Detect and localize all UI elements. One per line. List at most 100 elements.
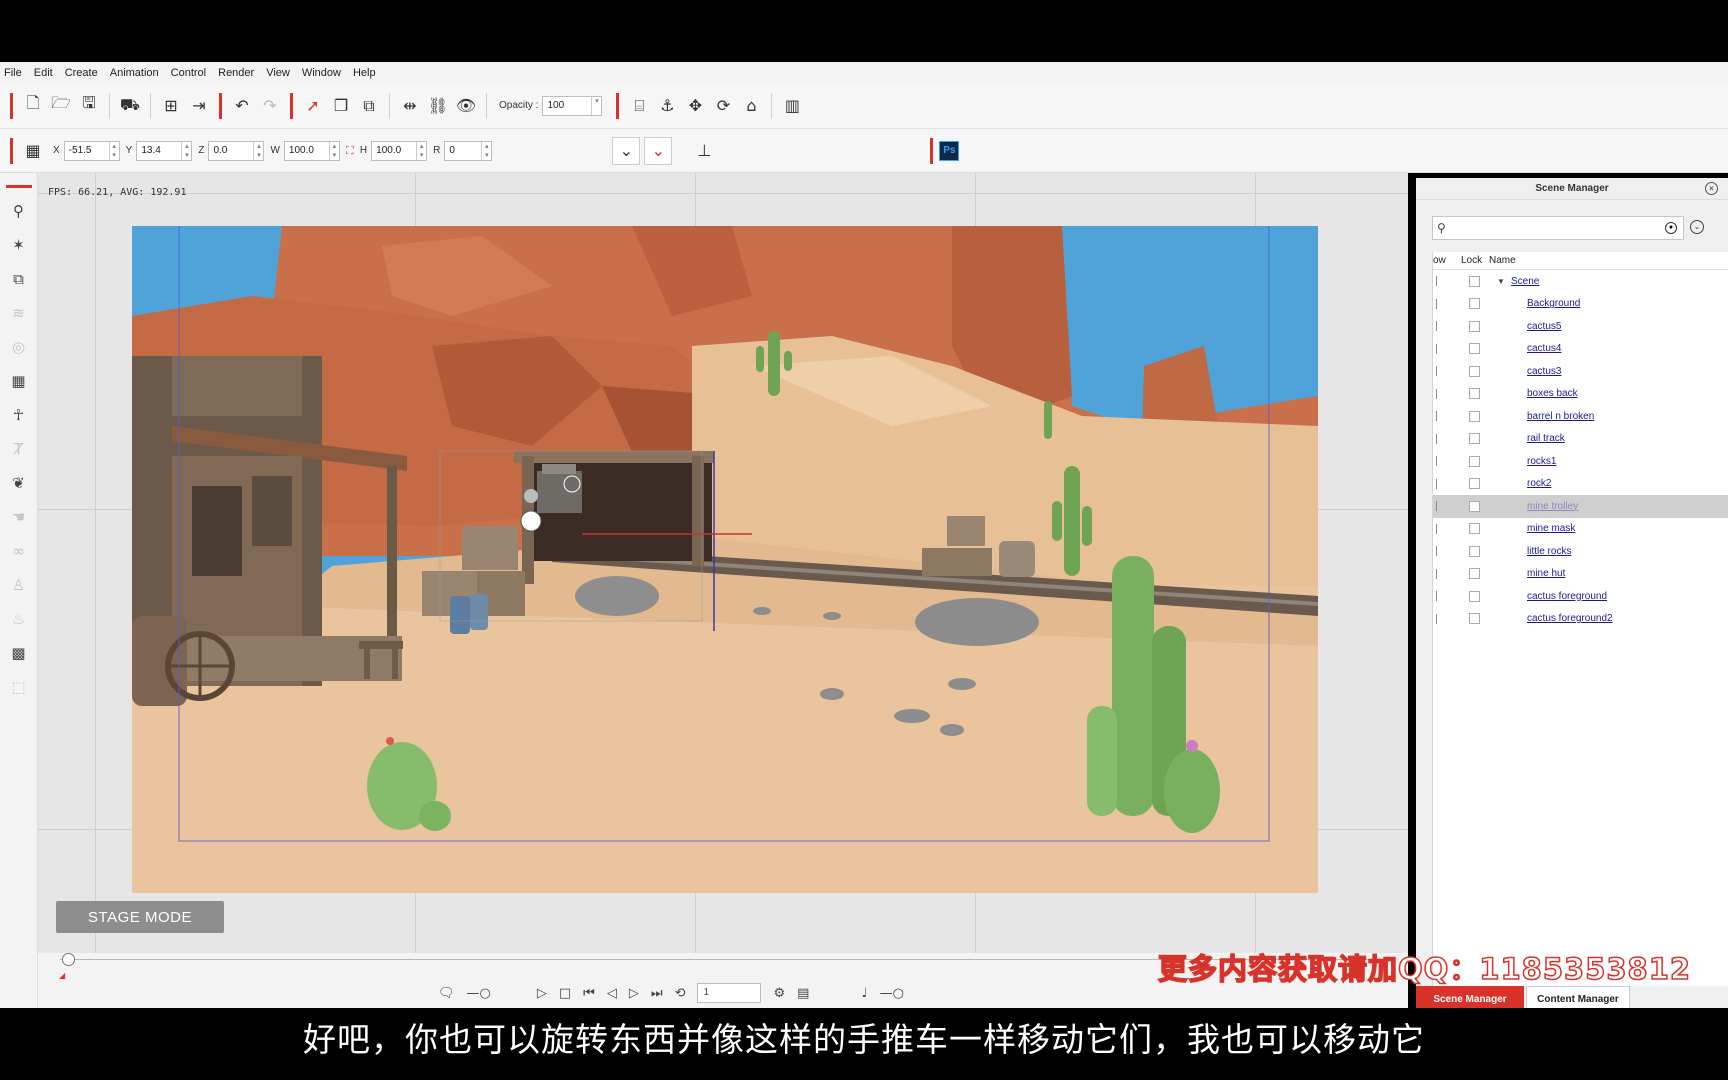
tree-row[interactable]: cactus5 [1433, 315, 1728, 338]
spinner-icon[interactable]: ▴ ▾ [181, 141, 191, 160]
next-frame-icon[interactable]: ▷ [629, 986, 639, 1001]
visibility-checkbox[interactable] [1433, 456, 1437, 467]
w-field[interactable]: 100.0 ▴ ▾ [283, 140, 340, 161]
camera-icon[interactable]: ⌸ [625, 92, 653, 120]
visibility-checkbox[interactable] [1433, 523, 1437, 534]
redo-icon[interactable]: ↷ [256, 92, 284, 120]
visibility-checkbox[interactable] [1433, 568, 1437, 579]
close-icon[interactable]: × [1705, 182, 1718, 195]
align-icon[interactable]: ▥ [778, 92, 806, 120]
tree-row[interactable]: rocks1 [1433, 450, 1728, 473]
stage-mode-button[interactable]: STAGE MODE [56, 901, 224, 933]
ease-out-icon[interactable]: ⌄ [644, 136, 673, 165]
tree-row[interactable]: mine mask [1433, 518, 1728, 541]
lock-checkbox[interactable] [1469, 365, 1480, 377]
eye-icon[interactable]: 👁 [452, 92, 480, 120]
chevron-down-icon[interactable]: ⌄ [1690, 220, 1704, 234]
pivot-icon[interactable]: ⊥ [690, 137, 718, 165]
select-arrow-icon[interactable]: ➚ [299, 92, 327, 120]
puppet-icon[interactable]: ✶ [5, 228, 33, 262]
spring-icon[interactable]: ♨ [5, 602, 33, 636]
y-field[interactable]: 13.4 ▴ ▾ [136, 140, 193, 161]
r-field[interactable]: 0 ▴ ▾ [444, 140, 493, 161]
lock-checkbox[interactable] [1469, 320, 1480, 332]
import-icon[interactable]: ⊞ [157, 92, 185, 120]
lock-checkbox[interactable] [1469, 568, 1480, 580]
visibility-checkbox[interactable] [1433, 591, 1437, 602]
play-icon[interactable]: ▷ [537, 986, 547, 1001]
ease-in-icon[interactable]: ⌄ [612, 136, 641, 165]
new-file-icon[interactable]: 🗋 [19, 92, 47, 120]
grid-icon[interactable]: ▦ [19, 137, 47, 165]
flip-icon[interactable]: ⇹ [396, 92, 424, 120]
visibility-checkbox[interactable] [1433, 613, 1437, 624]
lock-checkbox[interactable] [1469, 590, 1480, 602]
tree-row[interactable]: mine trolley [1433, 495, 1728, 518]
tree-row[interactable]: barrel n broken [1433, 405, 1728, 428]
x-field[interactable]: -51.5 ▴ ▾ [63, 140, 120, 161]
export-frame-icon[interactable]: ⬚ [5, 670, 33, 704]
tree-row[interactable]: little rocks [1433, 540, 1728, 563]
menu-create[interactable]: Create [65, 67, 98, 79]
lock-checkbox[interactable] [1469, 298, 1480, 310]
visibility-checkbox[interactable] [1433, 343, 1437, 354]
stage-viewport[interactable]: FPS: 66.21, AVG: 192.91 STAGE MODE [38, 173, 1408, 953]
tree-row[interactable]: cactus3 [1433, 360, 1728, 383]
loop-icon[interactable]: ⟲ [675, 986, 686, 1001]
lock-checkbox[interactable] [1469, 613, 1480, 625]
tree-row[interactable]: Background [1433, 293, 1728, 316]
move-icon[interactable]: ✥ [681, 92, 709, 120]
figure-icon[interactable]: ☥ [5, 398, 33, 432]
tree-row[interactable]: ▼ Scene [1433, 270, 1728, 293]
bone-tool-icon[interactable]: ⚲ [5, 194, 33, 228]
tree-row[interactable]: cactus foreground2 [1433, 608, 1728, 631]
layers-icon[interactable]: ⧉ [5, 262, 33, 296]
lock-ratio-icon[interactable]: ⛶ [340, 137, 360, 165]
cart-icon[interactable]: ⛟ [116, 92, 144, 120]
menu-render[interactable]: Render [218, 67, 254, 79]
last-frame-icon[interactable]: ⏭ [651, 986, 663, 1001]
tree-row[interactable]: boxes back [1433, 383, 1728, 406]
visibility-checkbox[interactable] [1433, 321, 1437, 332]
export-icon[interactable]: ⇥ [185, 92, 213, 120]
mesh-icon[interactable]: ▩ [5, 636, 33, 670]
spinner-icon[interactable]: ▴ ▾ [108, 141, 119, 160]
chevron-down-icon[interactable]: ▾ [591, 96, 601, 115]
visibility-checkbox[interactable] [1433, 501, 1437, 512]
open-folder-icon[interactable]: 🗁 [47, 92, 75, 120]
menu-control[interactable]: Control [171, 67, 206, 79]
save-icon[interactable]: 🖫 [75, 92, 103, 120]
text-tool-icon[interactable]: Ⱦ [5, 432, 33, 466]
music-note-icon[interactable]: ♩ [861, 986, 867, 1001]
lock-checkbox[interactable] [1469, 545, 1480, 557]
lock-checkbox[interactable] [1469, 500, 1480, 512]
tree-row[interactable]: rock2 [1433, 473, 1728, 496]
menu-view[interactable]: View [266, 67, 290, 79]
menu-window[interactable]: Window [302, 67, 341, 79]
menu-file[interactable]: File [4, 67, 22, 79]
stop-icon[interactable]: □ [559, 986, 571, 1001]
lock-checkbox[interactable] [1469, 523, 1480, 535]
hand-icon[interactable]: ☚ [5, 500, 33, 534]
lock-checkbox[interactable] [1469, 275, 1480, 287]
timeline-playhead[interactable] [62, 953, 75, 966]
transform-icon[interactable]: ⧉ [355, 92, 383, 120]
lock-checkbox[interactable] [1469, 478, 1480, 490]
h-field[interactable]: 100.0 ▴ ▾ [371, 140, 428, 161]
comment-icon[interactable]: 🗨 [438, 986, 455, 1001]
visibility-checkbox[interactable] [1433, 276, 1437, 287]
search-input[interactable]: ⚲ ● [1432, 216, 1684, 240]
z-field[interactable]: 0.0 ▴ ▾ [208, 140, 265, 161]
timeline-grid-icon[interactable]: ▦ [5, 364, 33, 398]
anchor-icon[interactable]: ⚓ [653, 92, 681, 120]
home-icon[interactable]: ⌂ [737, 92, 765, 120]
prev-frame-icon[interactable]: ◁ [607, 986, 617, 1001]
opacity-field[interactable]: 100 ▾ [542, 95, 603, 116]
visibility-checkbox[interactable] [1433, 433, 1437, 444]
lock-checkbox[interactable] [1469, 343, 1480, 355]
spinner-icon[interactable]: ▴ ▾ [481, 141, 491, 160]
desert-scene[interactable] [132, 226, 1318, 893]
menu-animation[interactable]: Animation [110, 67, 159, 79]
visibility-checkbox[interactable] [1433, 546, 1437, 557]
spinner-icon[interactable]: ▴ ▾ [253, 141, 263, 160]
